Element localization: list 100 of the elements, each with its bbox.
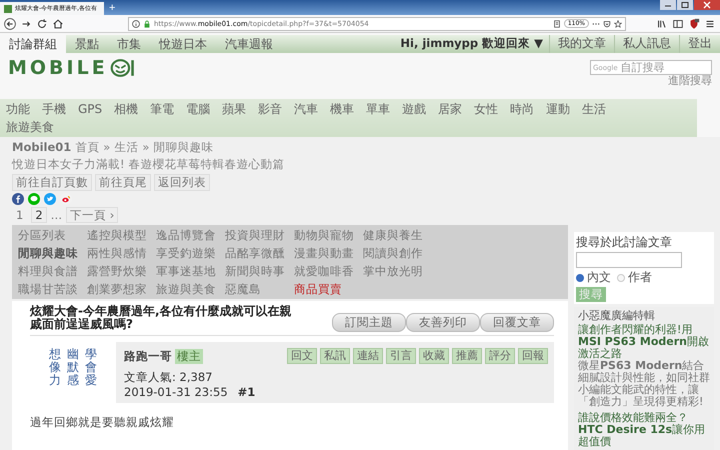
- category-link[interactable]: 汽車: [294, 101, 318, 117]
- forum-link[interactable]: 掌中放光明: [363, 263, 423, 279]
- post-tool-button[interactable]: 回文: [287, 348, 317, 364]
- sidebar-icon[interactable]: [672, 18, 684, 30]
- forum-link[interactable]: 旅遊與美食: [156, 281, 216, 297]
- category-link[interactable]: GPS: [78, 101, 102, 117]
- minimize-icon[interactable]: [660, 0, 676, 10]
- category-link[interactable]: 時尚: [510, 101, 534, 117]
- back-arrow-icon[interactable]: [4, 18, 16, 30]
- site-tab[interactable]: 市集: [108, 35, 150, 53]
- breadcrumb-link[interactable]: 閒聊與趣味: [153, 140, 214, 155]
- category-link[interactable]: 相機: [114, 101, 138, 117]
- forum-link[interactable]: 閒聊與趣味: [18, 245, 78, 261]
- promo-link[interactable]: 悅遊日本女子力滿載! 春遊櫻花草莓特輯春遊心動篇: [12, 157, 568, 172]
- page-link[interactable]: 1: [12, 207, 28, 223]
- category-link[interactable]: 蘋果: [222, 101, 246, 117]
- post-tool-button[interactable]: 回報: [518, 348, 548, 364]
- site-tab[interactable]: 景點: [66, 35, 108, 53]
- nav-button[interactable]: 返回列表: [154, 174, 210, 191]
- category-link[interactable]: 旅遊美食: [6, 119, 54, 135]
- category-link[interactable]: 機車: [330, 101, 354, 117]
- category-link[interactable]: 功能: [6, 101, 30, 117]
- category-link[interactable]: 運動: [546, 101, 570, 117]
- ad-title-link[interactable]: 讓創作者閃耀的利器!用MSI PS63 Modern開啟激活之路: [578, 324, 710, 360]
- post-tool-button[interactable]: 連結: [353, 348, 383, 364]
- post-action-button[interactable]: 訂閱主題: [332, 313, 406, 332]
- advanced-search-link[interactable]: 進階搜尋: [668, 75, 712, 87]
- home-icon[interactable]: [52, 18, 64, 30]
- category-link[interactable]: 電腦: [186, 101, 210, 117]
- breadcrumb-link[interactable]: 生活: [114, 140, 138, 155]
- forum-link[interactable]: 就愛咖啡香: [294, 263, 354, 279]
- forum-link[interactable]: 逸品博覽會: [156, 227, 216, 243]
- nav-button[interactable]: 前往頁尾: [95, 174, 151, 191]
- forum-link[interactable]: 職場甘苦談: [18, 281, 78, 297]
- weibo-eye-icon[interactable]: [60, 193, 72, 205]
- library-icon[interactable]: [656, 18, 668, 30]
- radio-button[interactable]: [576, 274, 584, 282]
- site-tab[interactable]: 汽車週報: [216, 35, 282, 53]
- forum-link[interactable]: 品酩享微醺: [225, 245, 285, 261]
- forum-link[interactable]: 閱讀與創作: [363, 245, 423, 261]
- pocket-icon[interactable]: [603, 20, 611, 28]
- post-tool-button[interactable]: 收藏: [419, 348, 449, 364]
- chat-bubble-icon[interactable]: [28, 193, 40, 205]
- forum-link[interactable]: 兩性與感情: [87, 245, 147, 261]
- ad-title-link[interactable]: 誰說價格效能難兩全？HTC Desire 12s讓你用超值價: [578, 412, 710, 448]
- shield-extension-icon[interactable]: [688, 18, 700, 30]
- breadcrumb-link[interactable]: Mobile01: [12, 140, 72, 154]
- forum-link[interactable]: 投資與理財: [225, 227, 285, 243]
- author-name[interactable]: 路跑一哥: [124, 348, 172, 364]
- forum-link[interactable]: 漫畫與動畫: [294, 245, 354, 261]
- user-menu[interactable]: Hi, jimmypp 歡迎回來 ▼: [394, 35, 549, 53]
- forum-link[interactable]: 健康與養生: [363, 227, 423, 243]
- maximize-icon[interactable]: [677, 0, 693, 10]
- new-tab-button[interactable]: +: [104, 2, 120, 15]
- forum-link[interactable]: 料理與食譜: [18, 263, 78, 279]
- nav-button[interactable]: 前往自訂頁數: [12, 174, 92, 191]
- forum-link[interactable]: 露營野炊樂: [87, 263, 147, 279]
- forum-link[interactable]: 動物與寵物: [294, 227, 354, 243]
- radio-label[interactable]: 內文: [587, 269, 611, 286]
- reload-icon[interactable]: [36, 18, 48, 30]
- twitter-bird-icon[interactable]: [44, 193, 56, 205]
- category-link[interactable]: 生活: [582, 101, 606, 117]
- post-action-button[interactable]: 友善列印: [406, 313, 480, 332]
- search-field[interactable]: 自訂搜尋: [620, 62, 691, 74]
- facebook-icon[interactable]: [12, 193, 24, 205]
- post-tool-button[interactable]: 評分: [485, 348, 515, 364]
- forum-link[interactable]: 惡魔島: [225, 281, 285, 297]
- category-link[interactable]: 單車: [366, 101, 390, 117]
- forum-link[interactable]: 分區列表: [18, 227, 78, 243]
- user-link[interactable]: 私人訊息: [614, 35, 679, 53]
- post-action-button[interactable]: 回覆文章: [480, 313, 554, 332]
- forum-link[interactable]: 商品買賣: [294, 281, 354, 297]
- forum-link[interactable]: 新聞與時事: [225, 263, 285, 279]
- forum-link[interactable]: 享受釣遊樂: [156, 245, 216, 261]
- category-link[interactable]: 居家: [438, 101, 462, 117]
- close-icon[interactable]: [694, 0, 720, 10]
- category-link[interactable]: 筆電: [150, 101, 174, 117]
- post-tool-button[interactable]: 引言: [386, 348, 416, 364]
- forum-link[interactable]: 軍事迷基地: [156, 263, 216, 279]
- radio-label[interactable]: 作者: [628, 269, 652, 286]
- user-link[interactable]: 我的文章: [549, 35, 614, 53]
- forum-link[interactable]: 創業夢想家: [87, 281, 147, 297]
- next-page-link[interactable]: 下一頁 ›: [66, 207, 118, 223]
- breadcrumb-link[interactable]: 首頁: [75, 140, 100, 155]
- post-tool-button[interactable]: 私訊: [320, 348, 350, 364]
- category-link[interactable]: 手機: [42, 101, 66, 117]
- site-logo[interactable]: MOBILE: [8, 58, 136, 78]
- category-link[interactable]: 女性: [474, 101, 498, 117]
- search-input-field[interactable]: [576, 252, 682, 268]
- category-link[interactable]: 影音: [258, 101, 282, 117]
- category-link[interactable]: 遊戲: [402, 101, 426, 117]
- forum-link[interactable]: 遙控與模型: [87, 227, 147, 243]
- reader-view-icon[interactable]: [552, 20, 561, 28]
- post-number-link[interactable]: #1: [238, 385, 256, 399]
- user-link[interactable]: 登出: [679, 35, 720, 53]
- page-link[interactable]: 2: [31, 207, 47, 223]
- star-icon[interactable]: [614, 20, 622, 28]
- site-tab[interactable]: 悅遊日本: [150, 35, 216, 53]
- site-tab[interactable]: 討論群組: [0, 35, 66, 53]
- post-tool-button[interactable]: 推薦: [452, 348, 482, 364]
